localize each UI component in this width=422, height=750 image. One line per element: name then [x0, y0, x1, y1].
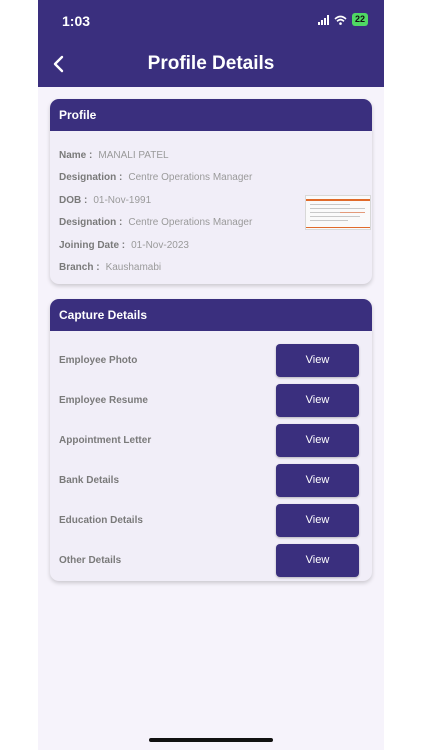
wifi-icon [334, 15, 347, 25]
profile-card: Profile Name : MANALI PATEL Designation :… [50, 99, 372, 284]
profile-row-designation: Designation : Centre Operations Manager [59, 172, 252, 183]
profile-label: Designation : [59, 217, 123, 228]
app-header: 1:03 22 Profile Details [38, 0, 384, 87]
status-time: 1:03 [62, 13, 91, 29]
capture-details-card: Capture Details Employee Photo View Empl… [50, 299, 372, 581]
view-bank-details-button[interactable]: View [276, 464, 359, 497]
profile-row-designation-2: Designation : Centre Operations Manager [59, 217, 252, 228]
profile-row-name: Name : MANALI PATEL [59, 150, 169, 161]
profile-label: Branch : [59, 262, 100, 273]
view-other-details-button[interactable]: View [276, 544, 359, 577]
battery-icon: 22 [351, 13, 368, 26]
profile-row-dob: DOB : 01-Nov-1991 [59, 195, 151, 206]
profile-value: Kaushamabi [105, 262, 162, 273]
profile-label: Name : [59, 150, 93, 161]
profile-value: 01-Nov-1991 [93, 195, 152, 206]
capture-item-label: Bank Details [59, 475, 120, 486]
profile-value: 01-Nov-2023 [131, 240, 189, 251]
view-employee-photo-button[interactable]: View [276, 344, 359, 377]
home-indicator[interactable] [149, 738, 273, 742]
profile-label: Designation : [59, 172, 123, 183]
profile-value: Centre Operations Manager [128, 217, 253, 228]
profile-section-title: Profile [50, 99, 372, 131]
capture-item-label: Appointment Letter [59, 435, 152, 446]
capture-section-title: Capture Details [50, 299, 372, 331]
profile-row-joining-date: Joining Date : 01-Nov-2023 [59, 240, 189, 251]
status-icons: 22 [317, 13, 368, 26]
profile-label: Joining Date : [59, 240, 126, 251]
capture-item-label: Other Details [59, 555, 122, 566]
profile-label: DOB : [59, 195, 88, 206]
signal-icon [317, 14, 329, 25]
capture-item-label: Education Details [59, 515, 143, 526]
view-employee-resume-button[interactable]: View [276, 384, 359, 417]
view-education-details-button[interactable]: View [276, 504, 359, 537]
capture-item-label: Employee Photo [59, 355, 138, 366]
profile-row-branch: Branch : Kaushamabi [59, 262, 161, 273]
page-title: Profile Details [147, 53, 275, 74]
profile-photo-thumbnail[interactable] [305, 195, 371, 230]
profile-value: MANALI PATEL [98, 150, 169, 161]
profile-value: Centre Operations Manager [128, 172, 253, 183]
app-screen: 1:03 22 Profile Details Profile Name : MA… [38, 0, 384, 750]
view-appointment-letter-button[interactable]: View [276, 424, 359, 457]
capture-item-label: Employee Resume [59, 395, 148, 406]
